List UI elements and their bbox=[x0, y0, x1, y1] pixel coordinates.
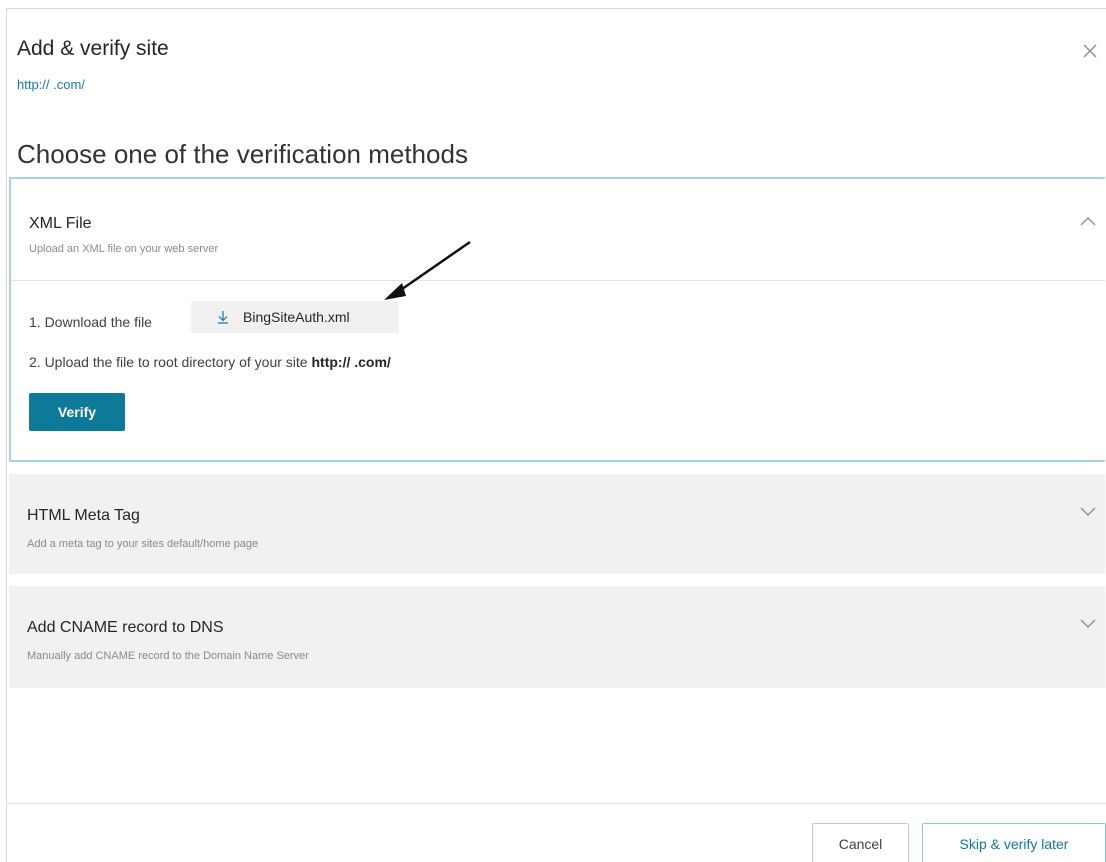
step-download-label: 1. Download the file bbox=[29, 314, 152, 330]
method-title: XML File bbox=[29, 215, 92, 232]
verify-button[interactable]: Verify bbox=[29, 393, 125, 431]
download-icon bbox=[218, 311, 228, 324]
method-header-xml-file[interactable]: XML File Upload an XML file on your web … bbox=[11, 179, 1105, 275]
method-subtitle: Upload an XML file on your web server bbox=[29, 243, 219, 255]
method-title: Add CNAME record to DNS bbox=[27, 619, 224, 636]
close-icon[interactable] bbox=[1080, 41, 1100, 61]
step-upload-url: http:// .com/ bbox=[311, 354, 391, 370]
method-subtitle: Add a meta tag to your sites default/hom… bbox=[27, 538, 259, 550]
step-upload-text: 2. Upload the file to root directory of … bbox=[29, 354, 391, 370]
chevron-down-icon[interactable] bbox=[1079, 618, 1097, 630]
cancel-button[interactable]: Cancel bbox=[812, 823, 909, 862]
method-title: HTML Meta Tag bbox=[27, 507, 140, 524]
dialog-title: Add & verify site bbox=[17, 37, 169, 60]
method-card-html-meta-tag[interactable]: HTML Meta Tag Add a meta tag to your sit… bbox=[9, 474, 1105, 574]
method-subtitle: Manually add CNAME record to the Domain … bbox=[27, 650, 309, 662]
download-file-button[interactable]: BingSiteAuth.xml bbox=[191, 301, 399, 333]
skip-verify-later-button[interactable]: Skip & verify later bbox=[922, 823, 1106, 862]
divider bbox=[11, 280, 1105, 281]
page-heading: Choose one of the verification methods bbox=[17, 139, 468, 169]
annotation-arrow bbox=[384, 240, 471, 300]
chevron-up-icon[interactable] bbox=[1079, 215, 1097, 227]
method-header-cname[interactable]: Add CNAME record to DNS Manually add CNA… bbox=[9, 586, 1105, 682]
chevron-down-icon[interactable] bbox=[1079, 506, 1097, 518]
site-url: http:// .com/ bbox=[17, 77, 85, 92]
method-header-html-meta-tag[interactable]: HTML Meta Tag Add a meta tag to your sit… bbox=[9, 474, 1105, 570]
step-upload-label: 2. Upload the file to root directory of … bbox=[29, 354, 308, 370]
footer-divider bbox=[6, 803, 1106, 804]
download-file-name: BingSiteAuth.xml bbox=[243, 309, 350, 325]
method-card-cname[interactable]: Add CNAME record to DNS Manually add CNA… bbox=[9, 586, 1105, 688]
method-card-xml-file: XML File Upload an XML file on your web … bbox=[9, 177, 1105, 462]
